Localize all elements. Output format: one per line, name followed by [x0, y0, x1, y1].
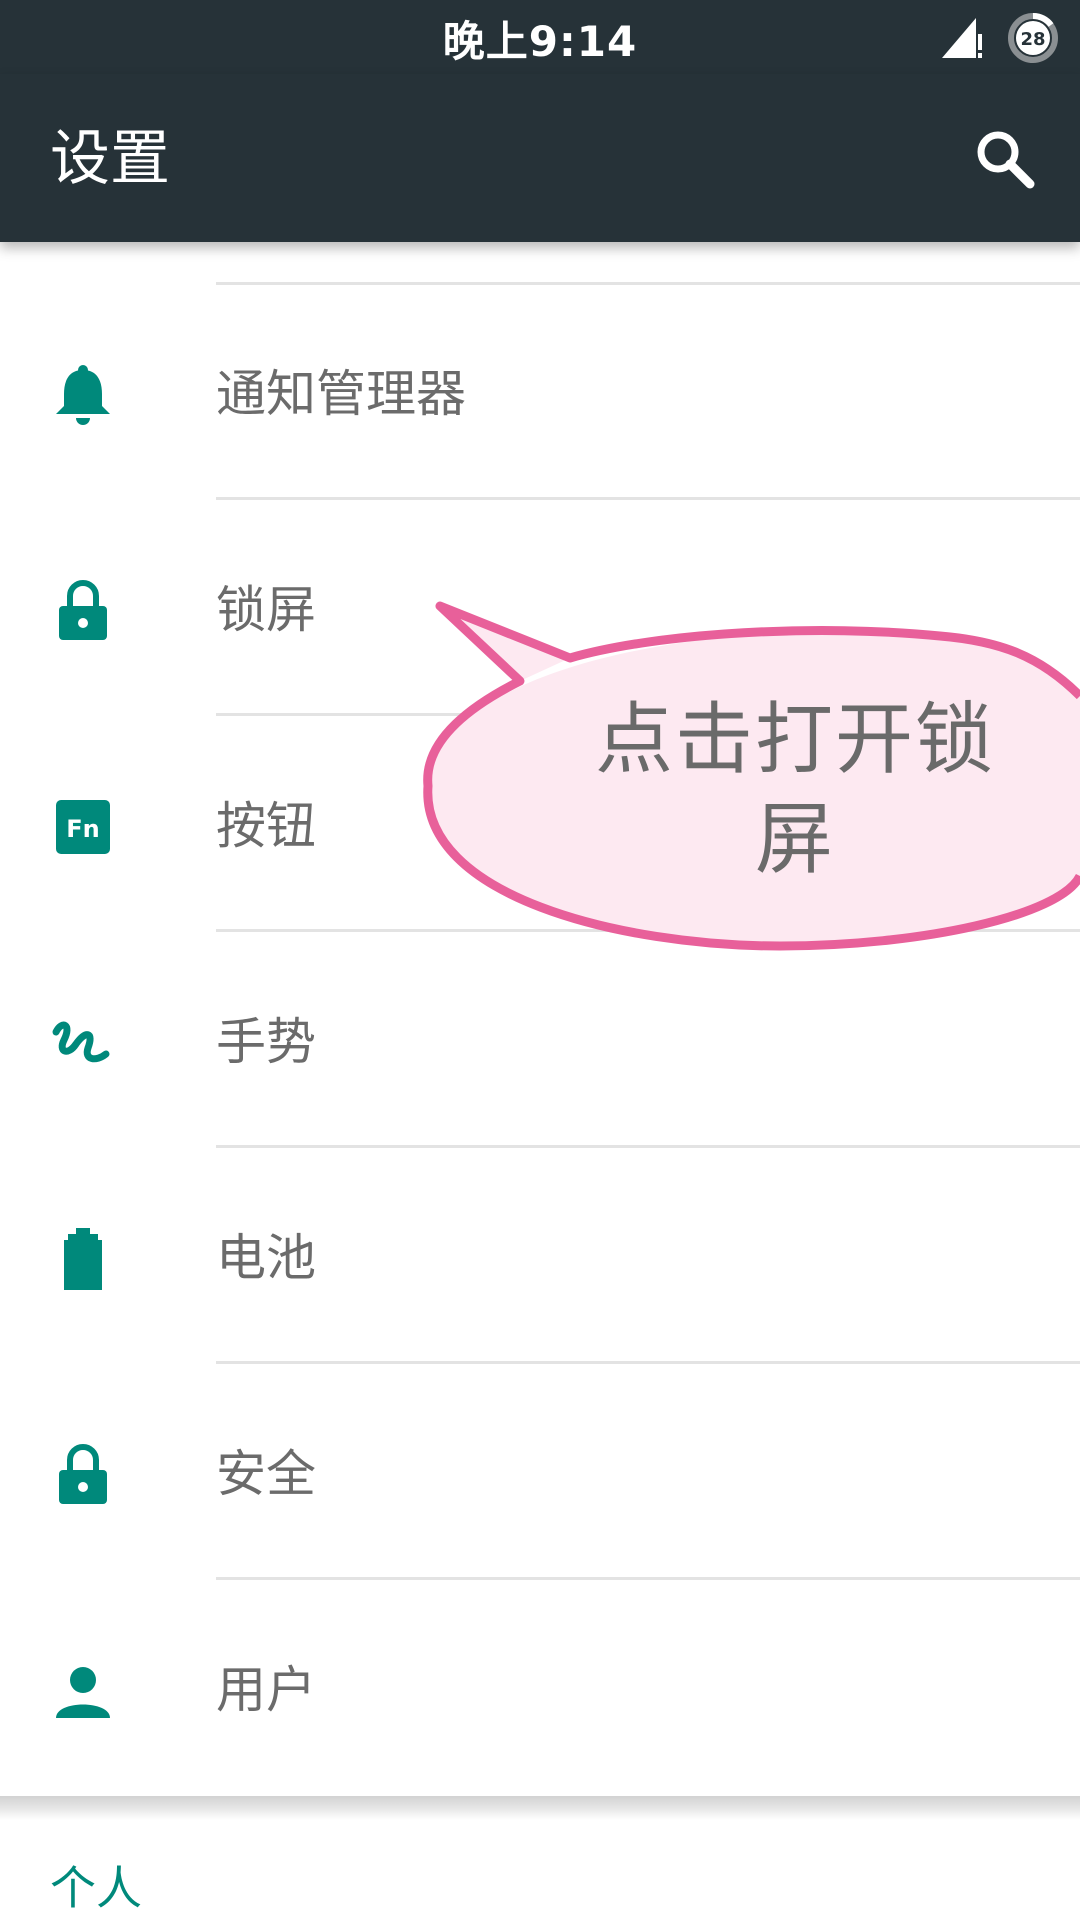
settings-item-notification-manager[interactable]: 通知管理器	[0, 284, 1080, 500]
status-time: 晚上9:14	[442, 17, 638, 66]
search-button[interactable]	[972, 126, 1038, 192]
section-header-personal: 个人	[50, 1861, 142, 1915]
search-icon	[977, 131, 1035, 189]
lock-icon	[59, 580, 107, 640]
person-icon	[56, 1667, 110, 1718]
battery-level: 28	[1020, 29, 1045, 50]
settings-item-battery[interactable]: 电池	[0, 1148, 1080, 1364]
settings-item-label: 安全	[216, 1445, 316, 1503]
page-title: 设置	[50, 124, 170, 194]
fn-key-icon: Fn	[56, 800, 110, 854]
app-bar: 设置	[0, 74, 1080, 242]
bell-icon	[56, 365, 110, 425]
settings-item-gestures[interactable]: 手势	[0, 932, 1080, 1148]
svg-text:Fn: Fn	[66, 815, 99, 843]
section-divider	[0, 1796, 1080, 1820]
lock-icon	[59, 1444, 107, 1504]
status-bar: 晚上9:14 28	[0, 0, 1080, 74]
battery-icon	[64, 1228, 102, 1290]
signal-no-data-icon	[942, 18, 982, 58]
settings-item-label: 手势	[216, 1013, 316, 1071]
battery-ring-icon: 28	[1007, 12, 1059, 64]
settings-item-label: 电池	[216, 1229, 316, 1287]
settings-item-label: 用户	[216, 1661, 316, 1719]
settings-item-label: 锁屏	[216, 581, 316, 639]
gesture-icon	[52, 1021, 110, 1063]
settings-item-security[interactable]: 安全	[0, 1364, 1080, 1580]
callout-text: 点击打开锁屏	[594, 695, 995, 885]
settings-item-label: 通知管理器	[216, 365, 466, 423]
settings-item-label: 按钮	[216, 797, 316, 855]
settings-item-users[interactable]: 用户	[0, 1580, 1080, 1796]
